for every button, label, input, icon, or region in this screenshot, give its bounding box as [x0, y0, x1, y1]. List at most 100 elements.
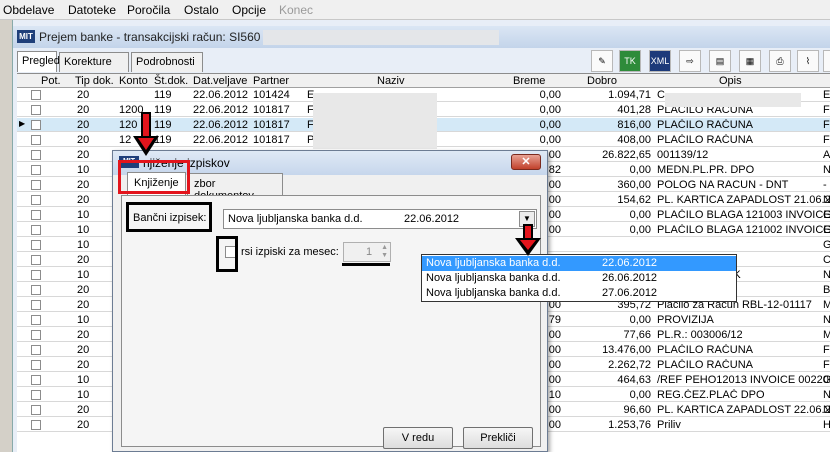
dropdown-option[interactable]: Nova ljubljanska banka d.d. 27.06.2012 — [422, 286, 736, 301]
bank-statement-select[interactable]: Nova ljubljanska banka d.d. 22.06.2012 ▼ — [223, 209, 537, 229]
row-checkbox[interactable] — [31, 360, 41, 370]
row-checkbox[interactable] — [31, 345, 41, 355]
cancel-button[interactable]: Prekliči — [463, 427, 533, 449]
tk-icon[interactable]: TK — [619, 50, 641, 72]
spinner-arrows-icon[interactable]: ▲ ▼ — [381, 244, 388, 260]
row-checkbox[interactable] — [31, 390, 41, 400]
table-cell: 1.253,76 — [608, 419, 651, 431]
col-konto[interactable]: Konto — [119, 75, 148, 87]
book-icon[interactable]: ▤ — [709, 50, 731, 72]
menu-konec[interactable]: Konec — [279, 3, 313, 17]
down-arrow-icon — [515, 224, 541, 256]
table-cell: 22.06.2012 — [193, 104, 249, 116]
bank-select-value: Nova ljubljanska banka d.d. — [228, 213, 363, 225]
table-cell: 0,00 — [629, 389, 651, 401]
row-checkbox[interactable] — [31, 195, 41, 205]
col-st-dok[interactable]: Št.dok. — [154, 75, 188, 87]
tab-podrobnosti[interactable]: Podrobnosti — [131, 52, 203, 72]
table-cell: G — [823, 209, 830, 221]
tab-korekture[interactable]: Korekture — [59, 52, 129, 72]
row-checkbox[interactable] — [31, 240, 41, 250]
grid-header: Pot. Tip dok. Konto Št.dok. Dat.veljave … — [17, 74, 830, 88]
row-checkbox[interactable] — [31, 225, 41, 235]
menu-porocila[interactable]: Poročila — [127, 3, 170, 17]
tab-izbor-dokumentov[interactable]: zbor dokumentov — [187, 173, 283, 202]
row-checkbox[interactable] — [31, 405, 41, 415]
folder-icon[interactable]: ▭ — [823, 50, 830, 72]
menu-datoteke[interactable]: Datoteke — [68, 3, 116, 17]
table-cell: PL.R.: 003006/12 — [657, 329, 743, 341]
month-value: 1 — [366, 246, 373, 258]
table-cell: Priliv — [657, 419, 681, 431]
row-pointer-icon: ▶ — [19, 119, 26, 128]
table-cell: 101817 — [253, 134, 290, 146]
annotation-underline — [342, 263, 390, 266]
window-titlebar: MIT Prejem banke - transakcijski račun: … — [13, 26, 830, 48]
menu-obdelave[interactable]: Obdelave — [3, 3, 54, 17]
option-date: 22.06.2012 — [602, 257, 658, 269]
row-checkbox[interactable] — [31, 90, 41, 100]
import-icon[interactable]: ⇨ — [679, 50, 701, 72]
row-checkbox[interactable] — [31, 135, 41, 145]
close-icon[interactable]: ✕ — [511, 154, 541, 170]
xml-icon[interactable]: XML — [649, 50, 671, 72]
table-cell: 10 — [77, 389, 90, 401]
dropdown-option[interactable]: Nova ljubljanska banka d.d. 26.06.2012 — [422, 271, 736, 286]
table-cell: 20 — [77, 359, 90, 371]
row-checkbox[interactable] — [31, 150, 41, 160]
month-spinner[interactable]: 1 ▲ ▼ — [343, 242, 391, 262]
row-checkbox[interactable] — [31, 300, 41, 310]
row-checkbox[interactable] — [31, 180, 41, 190]
menu-opcije[interactable]: Opcije — [232, 3, 266, 17]
down-arrow-icon — [133, 112, 159, 156]
row-checkbox[interactable] — [31, 330, 41, 340]
table-cell: 10 — [77, 239, 90, 251]
row-checkbox[interactable] — [31, 315, 41, 325]
row-checkbox[interactable] — [31, 285, 41, 295]
table-cell: 22.06.2012 — [193, 134, 249, 146]
table-cell: 20 — [77, 194, 90, 206]
col-dat-veljave[interactable]: Dat.veljave — [193, 75, 247, 87]
row-checkbox[interactable] — [31, 270, 41, 280]
print-icon[interactable]: ⎙ — [769, 50, 791, 72]
dropdown-option[interactable]: Nova ljubljanska banka d.d. 22.06.2012 — [422, 256, 736, 271]
row-checkbox[interactable] — [31, 120, 41, 130]
attach-icon[interactable]: ⌇ — [797, 50, 819, 72]
col-opis[interactable]: Opis — [719, 75, 742, 87]
row-checkbox[interactable] — [31, 165, 41, 175]
row-checkbox[interactable] — [31, 105, 41, 115]
col-partner[interactable]: Partner — [253, 75, 289, 87]
table-cell: 0,00 — [539, 134, 561, 146]
card-icon[interactable]: ▦ — [739, 50, 761, 72]
table-cell: PLAČILO BLAGA 121002 INVOICE 1 — [657, 224, 830, 236]
table-cell: M — [823, 299, 830, 311]
table-cell: N — [823, 164, 830, 176]
table-cell: 0,00 — [629, 209, 651, 221]
row-checkbox[interactable] — [31, 420, 41, 430]
annotation-black-box-checkbox — [216, 236, 238, 272]
table-cell: H — [823, 419, 830, 431]
col-naziv[interactable]: Naziv — [377, 75, 405, 87]
table-cell: 22.06.2012 — [193, 89, 249, 101]
table-cell: A — [823, 149, 830, 161]
table-cell: F — [823, 119, 830, 131]
table-cell: 10 — [77, 224, 90, 236]
col-dobro[interactable]: Dobro — [587, 75, 617, 87]
option-date: 27.06.2012 — [602, 287, 658, 299]
col-breme[interactable]: Breme — [513, 75, 545, 87]
row-checkbox[interactable] — [31, 375, 41, 385]
menu-ostalo[interactable]: Ostalo — [184, 3, 219, 17]
ok-button[interactable]: V redu — [383, 427, 453, 449]
row-checkbox[interactable] — [31, 255, 41, 265]
table-cell: 20 — [77, 284, 90, 296]
col-pot[interactable]: Pot. — [41, 75, 61, 87]
tab-pregled[interactable]: Pregled — [17, 51, 60, 72]
table-cell: 2.262,72 — [608, 359, 651, 371]
table-cell: 96,60 — [623, 404, 651, 416]
annotation-black-box-label — [126, 202, 212, 232]
edit-icon[interactable]: ✎ — [591, 50, 613, 72]
table-cell: 20 — [77, 344, 90, 356]
col-tip-dok[interactable]: Tip dok. — [75, 75, 114, 87]
row-checkbox[interactable] — [31, 210, 41, 220]
table-cell: 10 — [77, 374, 90, 386]
